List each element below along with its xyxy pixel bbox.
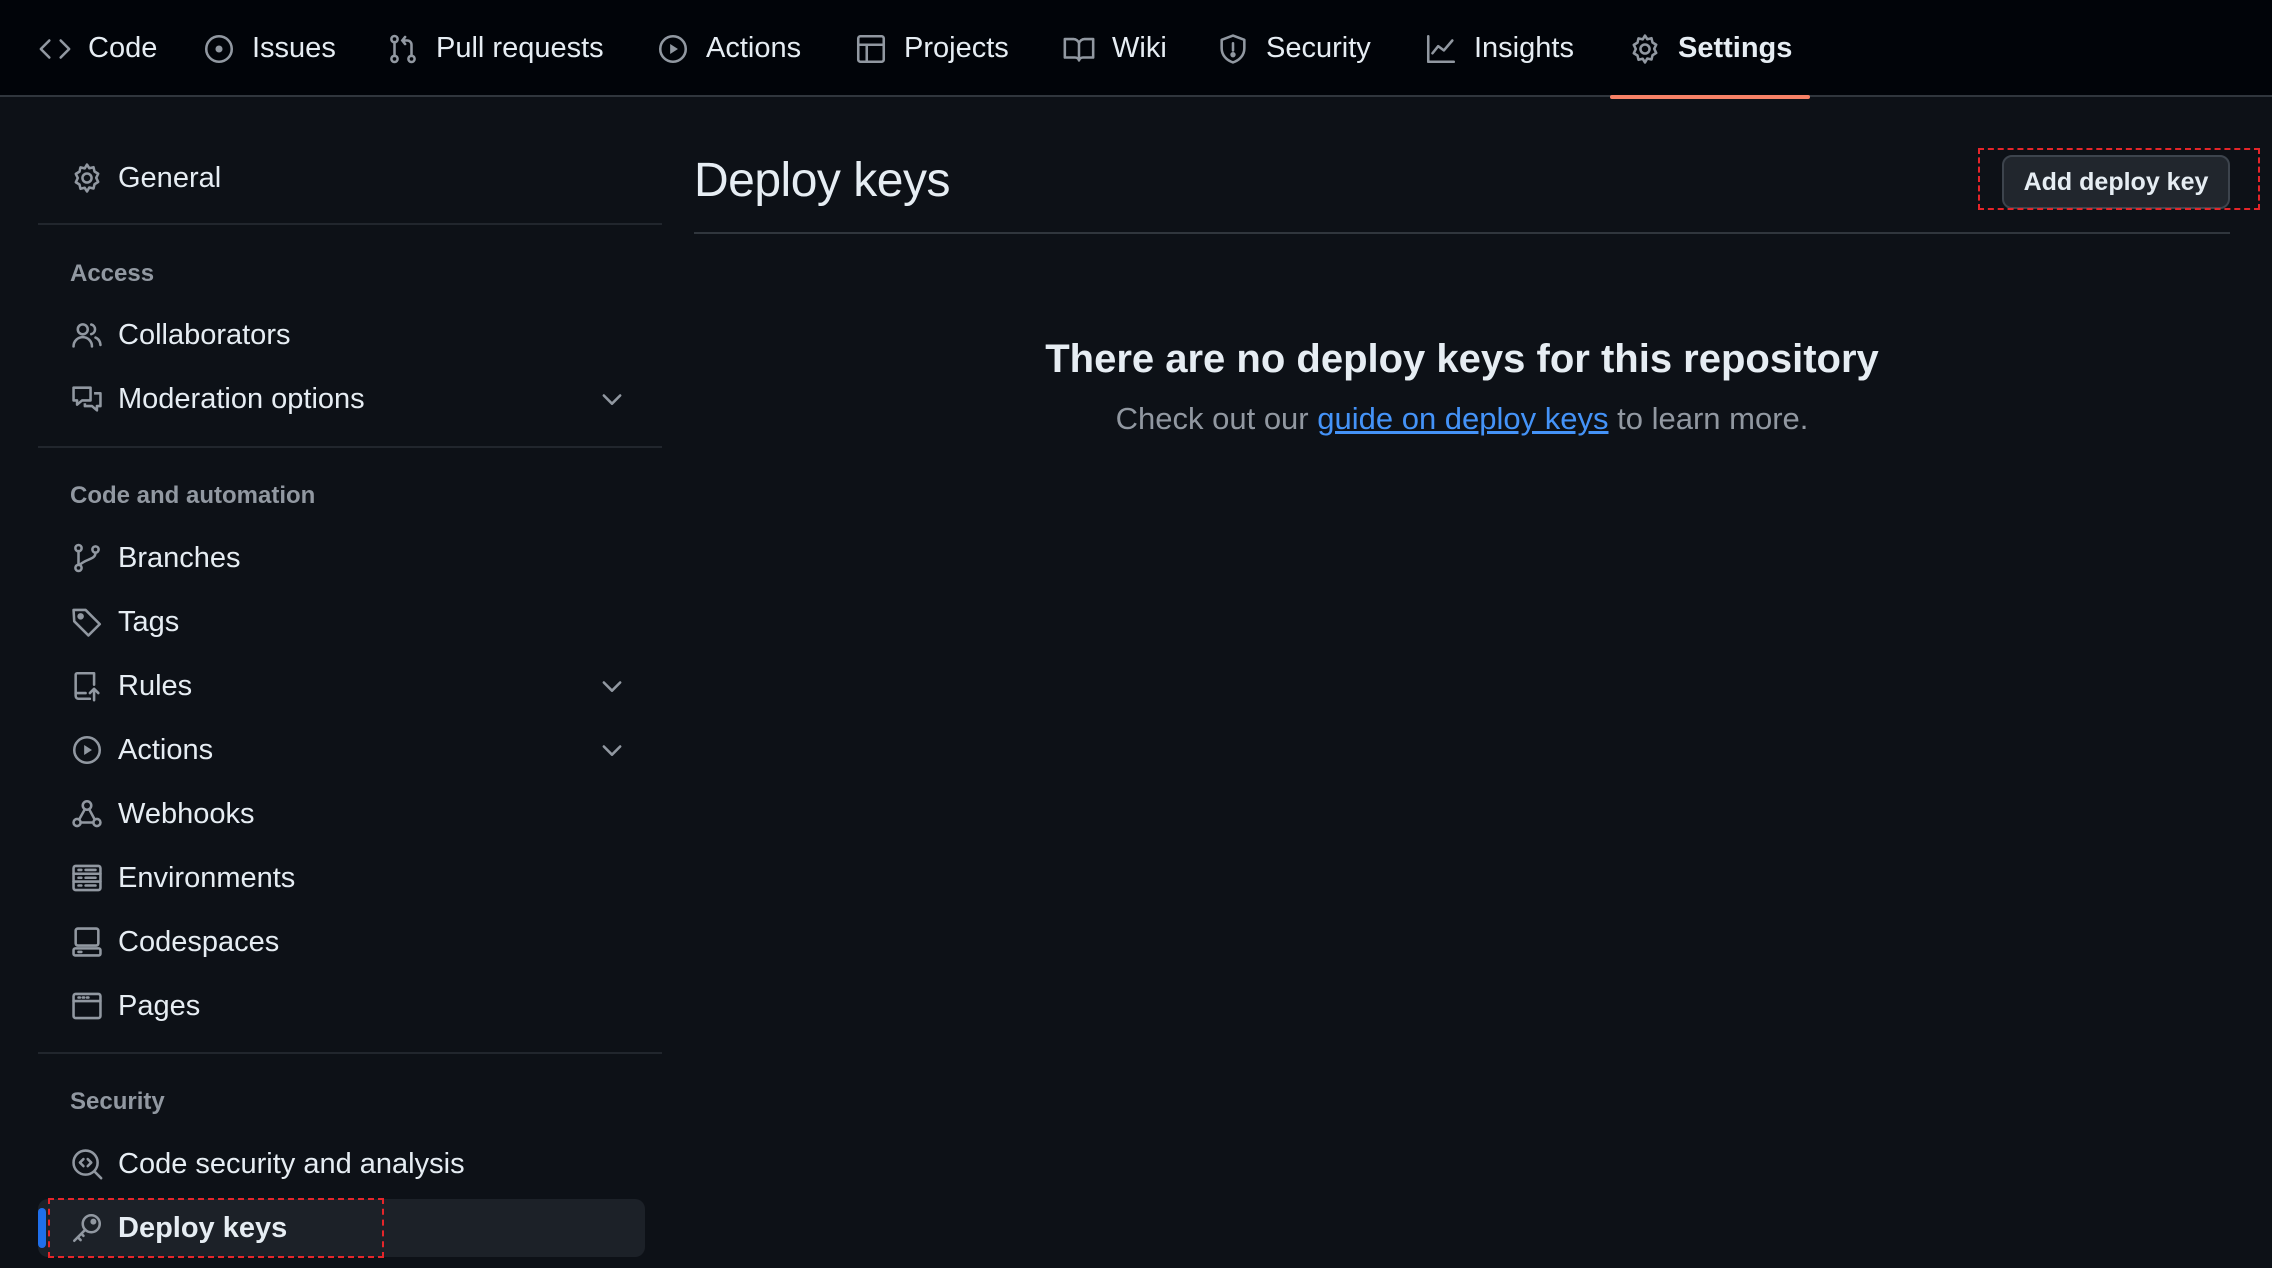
tab-label: Code xyxy=(88,32,158,64)
blankslate-text: Check out our guide on deploy keys to le… xyxy=(694,401,2230,437)
title-divider xyxy=(694,232,2230,234)
blankslate-text-after: to learn more. xyxy=(1608,401,1809,436)
tab-issues[interactable]: Issues xyxy=(202,0,336,97)
server-icon xyxy=(70,861,104,895)
tab-code[interactable]: Code xyxy=(38,0,157,97)
tab-label: Issues xyxy=(252,32,336,64)
sidebar-heading-security: Security xyxy=(70,1088,165,1115)
tab-security[interactable]: Security xyxy=(1216,0,1371,97)
active-indicator xyxy=(38,1208,46,1248)
tab-settings[interactable]: Settings xyxy=(1610,0,1811,99)
sidebar-heading-code-and-automation: Code and automation xyxy=(70,482,316,509)
sidebar-item-label: Codespaces xyxy=(118,925,280,958)
sidebar-item-label: Actions xyxy=(118,733,214,766)
tab-wiki[interactable]: Wiki xyxy=(1062,0,1167,97)
sidebar-item-tags[interactable]: Tags xyxy=(38,593,645,651)
sidebar-item-label: Moderation options xyxy=(118,382,365,415)
add-deploy-key-button[interactable]: Add deploy key xyxy=(2002,155,2230,209)
sidebar-item-general[interactable]: General xyxy=(38,149,645,207)
key-icon xyxy=(70,1211,104,1245)
sidebar-item-codespaces[interactable]: Codespaces xyxy=(38,913,645,971)
tab-projects[interactable]: Projects xyxy=(854,0,1009,97)
webhook-icon xyxy=(70,797,104,831)
play-icon xyxy=(70,733,104,767)
deploy-keys-guide-link[interactable]: guide on deploy keys xyxy=(1317,401,1608,436)
blankslate-text-before: Check out our xyxy=(1115,401,1318,436)
git-branch-icon xyxy=(70,541,104,575)
sidebar-item-webhooks[interactable]: Webhooks xyxy=(38,785,645,843)
pull-request-icon xyxy=(386,32,420,66)
tab-label: Insights xyxy=(1474,32,1574,64)
tab-label: Projects xyxy=(904,32,1009,64)
sidebar-divider xyxy=(38,446,662,448)
tab-label: Wiki xyxy=(1112,32,1167,64)
sidebar-item-actions[interactable]: Actions xyxy=(38,721,645,779)
sidebar-item-label: Rules xyxy=(118,669,193,702)
play-icon xyxy=(656,32,690,66)
repo-navigation: Code Issues Pull requests Actions Projec… xyxy=(0,0,2272,99)
tab-label: Security xyxy=(1266,32,1371,64)
issue-icon xyxy=(202,32,236,66)
book-icon xyxy=(1062,32,1096,66)
shield-icon xyxy=(1216,32,1250,66)
sidebar-item-moderation-options[interactable]: Moderation options xyxy=(38,370,645,428)
graph-icon xyxy=(1424,32,1458,66)
page-title: Deploy keys xyxy=(694,154,950,207)
tab-label: Pull requests xyxy=(436,32,604,64)
blankslate-title: There are no deploy keys for this reposi… xyxy=(1045,337,1879,381)
sidebar-item-label: Branches xyxy=(118,541,241,574)
active-tab-underline xyxy=(1610,95,1811,99)
sidebar-item-environments[interactable]: Environments xyxy=(38,849,645,907)
sidebar-item-label: Pages xyxy=(118,989,201,1022)
tab-label: Settings xyxy=(1678,32,1793,64)
repo-push-icon xyxy=(70,669,104,703)
sidebar-item-pages[interactable]: Pages xyxy=(38,977,645,1035)
sidebar-item-label: Collaborators xyxy=(118,318,291,351)
gear-icon xyxy=(70,161,104,195)
codespaces-icon xyxy=(70,925,104,959)
tab-actions[interactable]: Actions xyxy=(656,0,801,97)
sidebar-item-label: General xyxy=(118,161,222,194)
sidebar-item-label: Code security and analysis xyxy=(118,1147,465,1180)
tab-pull-requests[interactable]: Pull requests xyxy=(386,0,604,97)
sidebar-item-rules[interactable]: Rules xyxy=(38,657,645,715)
tab-label: Actions xyxy=(706,32,802,64)
sidebar-item-label: Tags xyxy=(118,605,180,638)
table-icon xyxy=(854,32,888,66)
sidebar-divider xyxy=(38,223,662,225)
sidebar-item-label: Webhooks xyxy=(118,797,255,830)
sidebar-item-deploy-keys[interactable]: Deploy keys xyxy=(38,1199,645,1257)
sidebar-divider xyxy=(38,1052,662,1054)
sidebar-item-code-security[interactable]: Code security and analysis xyxy=(38,1135,645,1193)
chevron-down-icon[interactable] xyxy=(598,672,626,700)
comment-discussion-icon xyxy=(70,382,104,416)
codescan-icon xyxy=(70,1147,104,1181)
chevron-down-icon[interactable] xyxy=(598,736,626,764)
sidebar-item-label: Environments xyxy=(118,861,296,894)
gear-icon xyxy=(1628,32,1662,66)
sidebar-heading-access: Access xyxy=(70,260,155,287)
code-icon xyxy=(38,32,72,66)
sidebar-item-collaborators[interactable]: Collaborators xyxy=(38,306,645,364)
tag-icon xyxy=(70,605,104,639)
sidebar-item-label: Deploy keys xyxy=(118,1211,288,1244)
chevron-down-icon[interactable] xyxy=(598,385,626,413)
sidebar-item-branches[interactable]: Branches xyxy=(38,529,645,587)
people-icon xyxy=(70,318,104,352)
tab-insights[interactable]: Insights xyxy=(1424,0,1574,97)
browser-icon xyxy=(70,989,104,1023)
